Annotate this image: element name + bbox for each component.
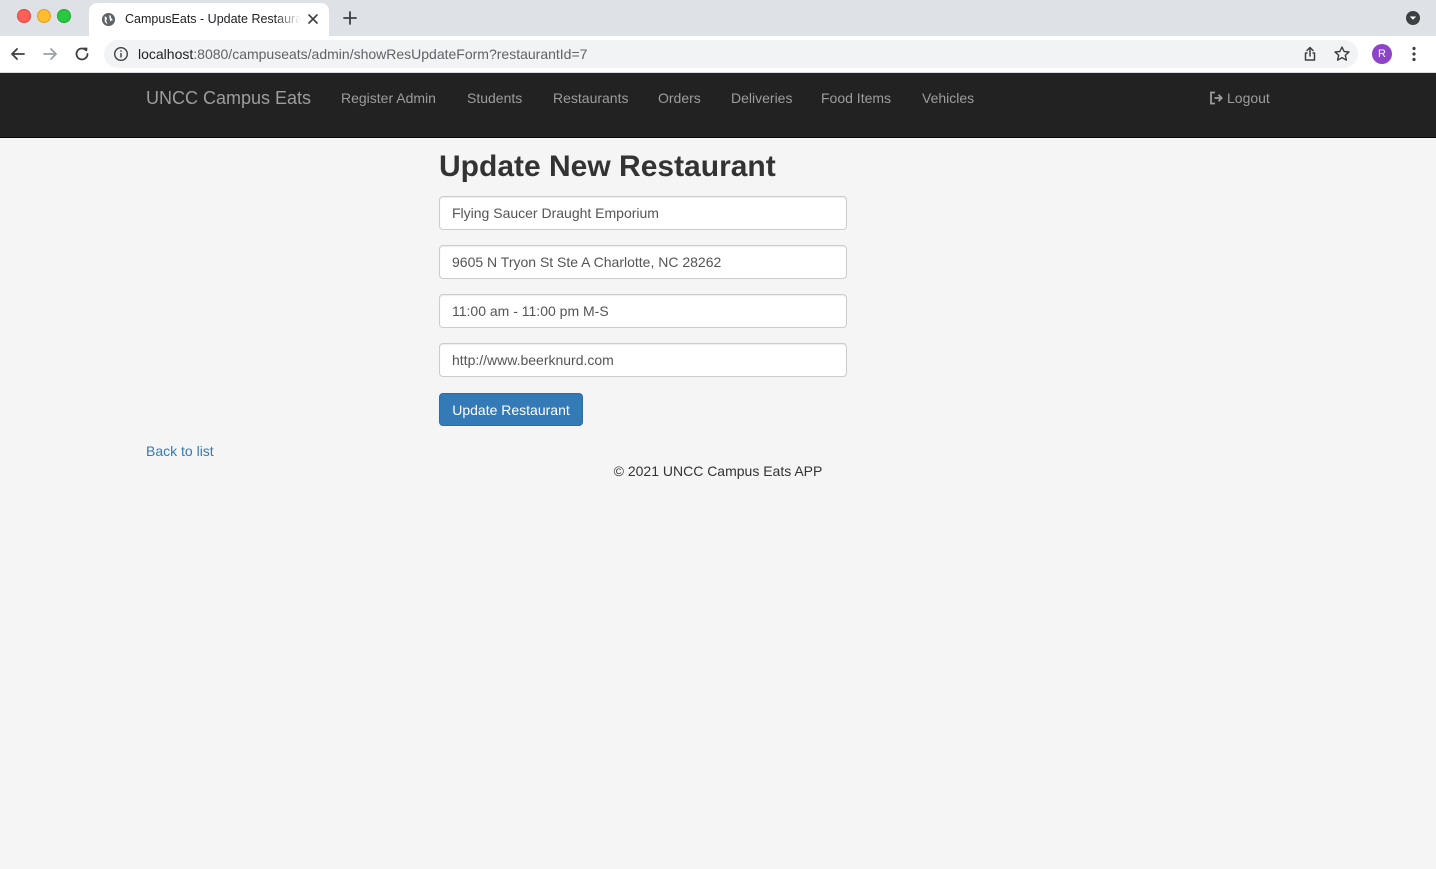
nav-restaurants[interactable]: Restaurants bbox=[553, 90, 628, 106]
app-navbar: UNCC Campus Eats Register Admin Students… bbox=[0, 73, 1436, 138]
back-arrow-icon[interactable] bbox=[9, 45, 27, 63]
update-restaurant-button[interactable]: Update Restaurant bbox=[439, 393, 583, 426]
browser-toolbar: localhost:8080/campuseats/admin/showResU… bbox=[0, 36, 1436, 73]
nav-vehicles[interactable]: Vehicles bbox=[922, 90, 974, 106]
more-vertical-icon[interactable] bbox=[1405, 45, 1423, 63]
tab-search-icon[interactable] bbox=[1405, 10, 1421, 26]
info-icon[interactable] bbox=[113, 46, 129, 62]
logout-icon bbox=[1210, 91, 1223, 105]
url-text[interactable]: localhost:8080/campuseats/admin/showResU… bbox=[138, 46, 587, 62]
restaurant-hours-input[interactable] bbox=[439, 294, 847, 328]
nav-students[interactable]: Students bbox=[467, 90, 522, 106]
browser-tab-bar: CampusEats - Update Restaurant bbox=[0, 0, 1436, 36]
restaurant-website-input[interactable] bbox=[439, 343, 847, 377]
profile-avatar[interactable]: R bbox=[1372, 44, 1392, 64]
restaurant-name-input[interactable] bbox=[439, 196, 847, 230]
logout-label: Logout bbox=[1227, 90, 1270, 106]
reload-icon[interactable] bbox=[73, 45, 91, 63]
window-close-button[interactable] bbox=[17, 9, 31, 23]
nav-food-items[interactable]: Food Items bbox=[821, 90, 891, 106]
brand-link[interactable]: UNCC Campus Eats bbox=[146, 88, 311, 109]
window-zoom-button[interactable] bbox=[57, 9, 71, 23]
window-minimize-button[interactable] bbox=[37, 9, 51, 23]
bookmark-star-icon[interactable] bbox=[1333, 45, 1351, 63]
globe-icon bbox=[101, 12, 116, 27]
tab-title: CampusEats - Update Restaurant bbox=[125, 12, 301, 26]
plus-icon[interactable] bbox=[341, 9, 359, 27]
nav-deliveries[interactable]: Deliveries bbox=[731, 90, 792, 106]
browser-tab-active[interactable]: CampusEats - Update Restaurant bbox=[89, 3, 329, 36]
address-bar[interactable]: localhost:8080/campuseats/admin/showResU… bbox=[104, 40, 1358, 68]
nav-register-admin[interactable]: Register Admin bbox=[341, 90, 436, 106]
page-title: Update New Restaurant bbox=[439, 150, 776, 183]
share-icon[interactable] bbox=[1301, 45, 1319, 63]
forward-arrow-icon[interactable] bbox=[41, 45, 59, 63]
close-icon[interactable] bbox=[305, 11, 321, 27]
footer-copyright: © 2021 UNCC Campus Eats APP bbox=[613, 463, 823, 479]
nav-orders[interactable]: Orders bbox=[658, 90, 701, 106]
back-to-list-link[interactable]: Back to list bbox=[146, 443, 214, 459]
restaurant-address-input[interactable] bbox=[439, 245, 847, 279]
logout-link[interactable]: Logout bbox=[1209, 90, 1270, 106]
